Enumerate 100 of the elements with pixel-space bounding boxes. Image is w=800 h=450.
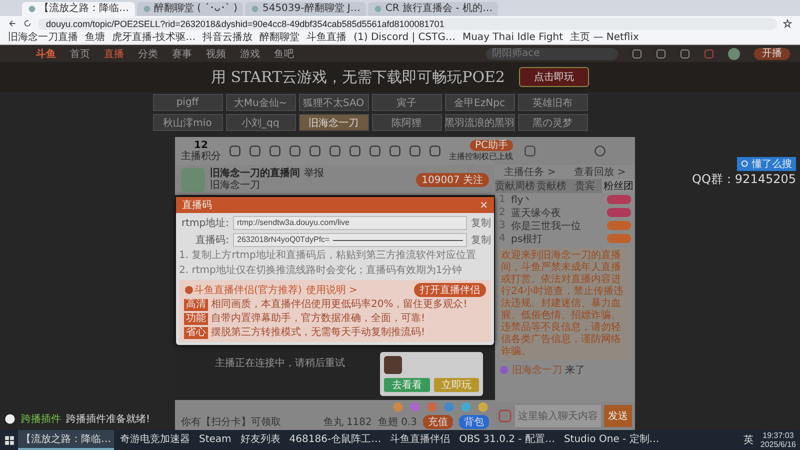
streamer-button[interactable]: 黑羽流浪的黑羽	[444, 114, 514, 131]
badge-icon	[499, 365, 509, 375]
streamer-button[interactable]: 金甲EzNpc	[444, 94, 514, 111]
stream-field[interactable]: rtmp://sendtw3a.douyu.com/live	[233, 216, 467, 230]
level-badge	[607, 195, 631, 204]
chat-link[interactable]: 查看回放 >	[574, 165, 626, 179]
join-text: 来了	[565, 364, 585, 377]
chat-tab[interactable]: 贡献周榜	[495, 179, 535, 193]
chat-link[interactable]: 主播任务 >	[504, 165, 556, 179]
star-icon[interactable]	[783, 19, 792, 28]
streamer-button[interactable]: pigff	[152, 94, 222, 111]
taskbar-item[interactable]: 好友列表	[237, 430, 284, 450]
input-language[interactable]: 英	[743, 433, 754, 447]
nav-link[interactable]: 鱼吧	[274, 46, 294, 60]
chat-tab[interactable]: 粉丝团	[602, 179, 635, 193]
status-dot-icon	[4, 413, 16, 425]
taskbar-item[interactable]: 【流放之路：降临…	[18, 430, 114, 450]
play-now-button[interactable]: 点击即玩	[518, 67, 589, 87]
feature-tag: 高清	[184, 299, 208, 311]
app-icon	[384, 356, 402, 374]
bookmark[interactable]: (1) Discord | CSTG…	[354, 32, 456, 44]
browser-tab[interactable]: 【流放之路：降临…	[22, 2, 135, 16]
instruction-note: 2. rtmp地址仅在切换推流线路时会变化；直播码有效期为1分钟	[179, 265, 464, 277]
join-user: 旧海念一刀	[512, 364, 562, 377]
user-avatar[interactable]	[728, 48, 740, 60]
bookmark[interactable]: 醉翻聊堂	[260, 32, 300, 44]
recharge-button[interactable]: 充值	[423, 415, 453, 429]
streamer-button[interactable]: 陈阿狸	[372, 114, 442, 131]
bookmark[interactable]: 抖音云播放	[202, 32, 253, 44]
nav-link[interactable]: 游戏	[240, 46, 260, 60]
card-notice: 你有【扫分卡】可领取	[181, 416, 281, 429]
streamer-button[interactable]: 秋山澪mio	[152, 114, 222, 131]
bookmark[interactable]: 旧海念一刀直播	[8, 32, 78, 44]
feature-tag: 省心	[184, 327, 208, 339]
start-stream-button[interactable]: 开播	[754, 48, 790, 60]
windows-icon[interactable]	[4, 434, 15, 446]
nav-link[interactable]: 首页	[70, 46, 90, 60]
browser-tab[interactable]: 醉翻聊堂 ( ´･ᴗ･` )	[137, 2, 244, 16]
streamer-button[interactable]: 英雄旧布	[518, 94, 588, 111]
streamer-button[interactable]: 黑の灵梦	[518, 114, 588, 131]
bookmark[interactable]: Muay Thai Idle Fight	[462, 32, 564, 44]
taskbar-item[interactable]: Studio One - 定制…	[560, 430, 662, 450]
help-link[interactable]: 使用说明 >	[306, 283, 358, 297]
copy-button[interactable]: 复制	[471, 233, 491, 247]
chat-tab[interactable]: 贵宾	[568, 179, 602, 193]
taskbar-clock[interactable]: 19:37:03 2025/6/16	[760, 431, 796, 449]
room-title: 旧海念一刀的直播间	[210, 168, 300, 180]
streamer-button[interactable]: 狐狸不太SAO	[298, 94, 368, 111]
banner-text: 用 START云游戏，无需下载即可畅玩POE2	[211, 68, 505, 86]
backpack-button[interactable]: 背包	[459, 415, 489, 429]
more-icon[interactable]	[594, 145, 606, 157]
chat-input[interactable]: 这里输入聊天内容	[515, 405, 601, 427]
taskbar-item[interactable]: 斗鱼直播伴侣	[387, 430, 454, 450]
address-field[interactable]: douyu.com/topic/POE2SELL?rid=2632018&dyshid=90e4cc8-49dbf354cab585d5561afd8100081701	[38, 18, 777, 30]
browser-tab[interactable]: 545039-醉翻聊堂 J…	[245, 2, 366, 16]
nav-link[interactable]: 直播	[104, 46, 124, 60]
points-value: 12	[194, 140, 208, 151]
qq-group-text: QQ群：92145205	[692, 171, 796, 188]
streamer-button[interactable]: 小刘_qq	[226, 114, 296, 131]
level-badge	[607, 234, 631, 243]
bookmark[interactable]: 虎牙直播-技术驱…	[112, 32, 196, 44]
nav-link[interactable]: 视频	[206, 46, 226, 60]
follow-button[interactable]: 109007 关注	[416, 173, 489, 187]
fishball-balance: 鱼丸 1182	[323, 416, 372, 429]
search-hint-bar[interactable]: 懂了么搜	[737, 157, 796, 171]
bookmark[interactable]: 斗鱼直播	[306, 32, 347, 44]
report-link[interactable]: 举报	[304, 168, 324, 180]
streamer-button[interactable]: 旧海念一刀	[298, 114, 368, 131]
pc-assistant-button[interactable]: PC助手	[470, 140, 513, 151]
site-logo[interactable]: 斗鱼	[36, 46, 56, 60]
points-label: 主播积分	[181, 151, 221, 162]
copy-button[interactable]: 复制	[471, 216, 491, 230]
send-button[interactable]: 发送	[604, 405, 632, 427]
assistant-note: 主播控制权已上线	[449, 151, 513, 162]
card-button[interactable]: 去看看	[384, 378, 430, 392]
bookmark[interactable]: 鱼塘	[85, 32, 105, 44]
streamer-button[interactable]: 大Mu金仙~	[226, 94, 296, 111]
reload-icon[interactable]	[23, 19, 32, 28]
streamer-button[interactable]: 寅子	[372, 94, 442, 111]
plugin-status: 跨播插件准备就绪!	[66, 412, 150, 426]
chat-tab[interactable]: 贡献榜	[535, 179, 568, 193]
feature-tag: 功能	[184, 313, 208, 325]
open-app-button[interactable]: 打开直播伴侣	[414, 283, 486, 297]
back-icon[interactable]	[8, 19, 17, 28]
nav-link[interactable]: 赛事	[172, 46, 192, 60]
nav-link[interactable]: 分类	[138, 46, 158, 60]
rank-user: 你是三世我一位	[511, 220, 581, 232]
taskbar-item[interactable]: 奇游电竞加速器	[117, 430, 193, 450]
close-button[interactable]: ×	[480, 200, 488, 210]
feature-text: 摆脱第三方转推模式，无需每天手动复制推流码!	[211, 327, 426, 339]
dialog-title: 直播码	[182, 198, 212, 212]
fishfin-balance: 鱼翅 0.3	[378, 416, 417, 429]
taskbar-item[interactable]: Steam	[196, 430, 234, 450]
taskbar-item[interactable]: 468186-仓鼠阵工…	[286, 430, 384, 450]
feature-text: 相同画质，本直播伴侣使用更低码率20%，留住更多观众!	[211, 299, 468, 311]
browser-tab[interactable]: CR 旅行直播会 - 机的…	[368, 2, 498, 16]
bookmark[interactable]: 主页 — Netflix	[570, 32, 639, 44]
stream-field[interactable]: 2632018rN4yoQ0TdyPfc=	[233, 233, 467, 247]
connection-status: 主播正在连接中，请稍后重试	[215, 356, 345, 370]
taskbar-item[interactable]: OBS 31.0.2 - 配置…	[456, 430, 558, 450]
